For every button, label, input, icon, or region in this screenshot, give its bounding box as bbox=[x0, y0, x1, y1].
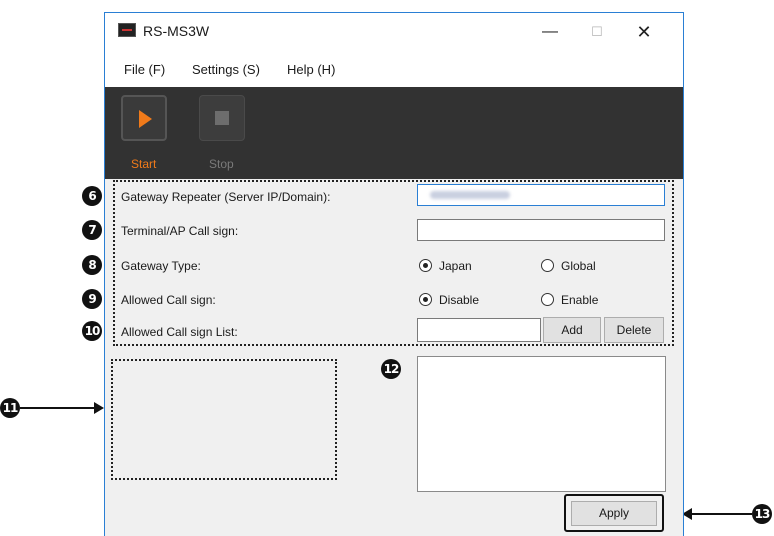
menu-file[interactable]: File (F) bbox=[124, 62, 165, 77]
delete-button[interactable]: Delete bbox=[604, 317, 664, 343]
maximize-button[interactable]: ☐ bbox=[574, 13, 620, 51]
menu-settings[interactable]: Settings (S) bbox=[192, 62, 260, 77]
callout-11-arrowhead bbox=[94, 402, 104, 414]
stop-label: Stop bbox=[209, 157, 234, 171]
callout-9: 9 bbox=[82, 289, 102, 309]
gateway-type-japan-label[interactable]: Japan bbox=[439, 259, 472, 273]
app-window: RS-MS3W — ☐ ✕ File (F) Settings (S) Help… bbox=[82, 12, 684, 536]
callout-11-area bbox=[111, 359, 337, 480]
callout-6: 6 bbox=[82, 186, 102, 206]
allowed-callsign-listbox[interactable] bbox=[417, 356, 666, 492]
terminal-callsign-label: Terminal/AP Call sign: bbox=[121, 224, 239, 238]
title-bar: RS-MS3W — ☐ ✕ bbox=[105, 13, 683, 51]
allowed-callsign-entry-input[interactable] bbox=[417, 318, 541, 342]
redacted-value bbox=[430, 191, 510, 199]
stop-icon bbox=[215, 111, 229, 125]
callout-10: 10 bbox=[82, 321, 102, 341]
toolbar: Start Stop bbox=[105, 87, 683, 179]
gateway-type-japan-radio[interactable] bbox=[419, 259, 432, 272]
allowed-callsign-disable-radio[interactable] bbox=[419, 293, 432, 306]
menu-help[interactable]: Help (H) bbox=[287, 62, 335, 77]
allowed-callsign-enable-radio[interactable] bbox=[541, 293, 554, 306]
callout-11-arrow bbox=[20, 407, 96, 409]
apply-button[interactable]: Apply bbox=[571, 501, 657, 526]
minimize-button[interactable]: — bbox=[527, 13, 573, 51]
start-label: Start bbox=[131, 157, 157, 171]
callout-7: 7 bbox=[82, 220, 102, 240]
gateway-type-label: Gateway Type: bbox=[121, 259, 201, 273]
gateway-repeater-label: Gateway Repeater (Server IP/Domain): bbox=[121, 190, 331, 204]
start-button[interactable] bbox=[121, 95, 167, 141]
close-button[interactable]: ✕ bbox=[621, 13, 667, 51]
add-button[interactable]: Add bbox=[543, 317, 601, 343]
window-title: RS-MS3W bbox=[143, 23, 210, 39]
callout-8: 8 bbox=[82, 255, 102, 275]
gateway-repeater-input[interactable] bbox=[417, 184, 665, 206]
stop-button[interactable] bbox=[199, 95, 245, 141]
terminal-callsign-input[interactable] bbox=[417, 219, 665, 241]
menu-bar: File (F) Settings (S) Help (H) bbox=[105, 51, 683, 87]
callout-13: 13 bbox=[752, 504, 772, 524]
allowed-callsign-disable-label[interactable]: Disable bbox=[439, 293, 479, 307]
callout-11: 11 bbox=[0, 398, 20, 418]
allowed-callsign-enable-label[interactable]: Enable bbox=[561, 293, 598, 307]
app-logo-icon bbox=[118, 23, 136, 37]
callout-13-arrow bbox=[690, 513, 752, 515]
callout-12: 12 bbox=[381, 359, 401, 379]
allowed-list-label: Allowed Call sign List: bbox=[121, 325, 238, 339]
gateway-type-global-radio[interactable] bbox=[541, 259, 554, 272]
play-icon bbox=[139, 110, 152, 128]
allowed-callsign-label: Allowed Call sign: bbox=[121, 293, 216, 307]
gateway-type-global-label[interactable]: Global bbox=[561, 259, 596, 273]
